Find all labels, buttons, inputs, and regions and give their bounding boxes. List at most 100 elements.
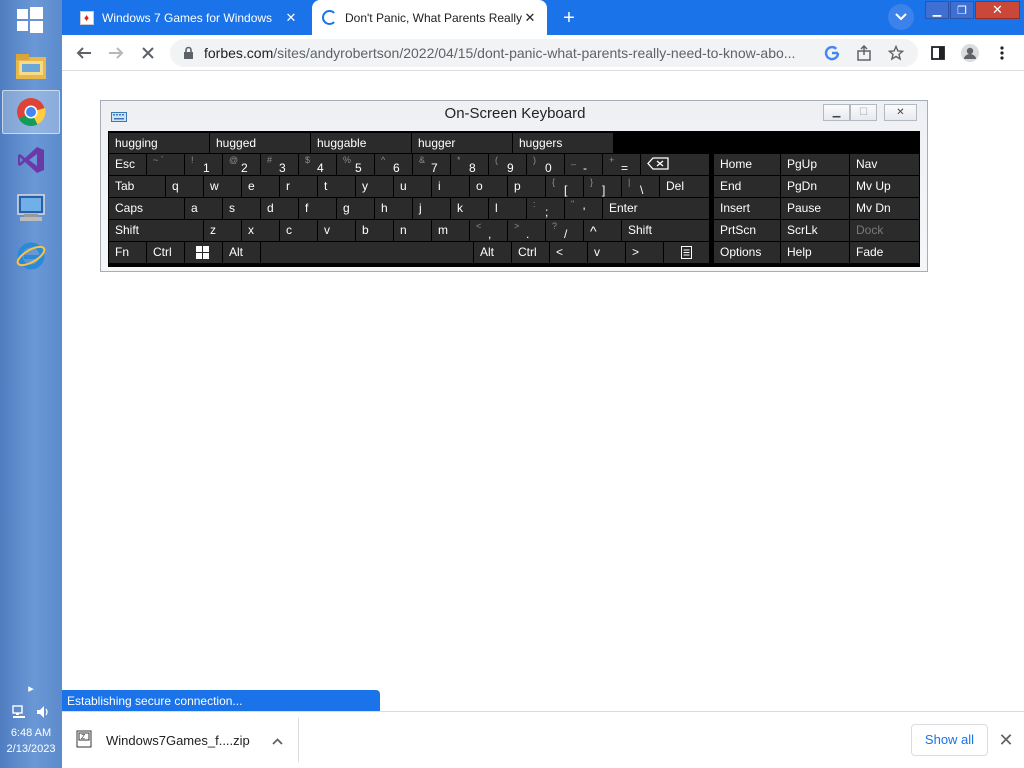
key-l[interactable]: l xyxy=(489,198,526,219)
key-del[interactable]: Del xyxy=(660,176,709,197)
key-period[interactable]: >. xyxy=(508,220,545,241)
file-explorer-taskbar-icon[interactable] xyxy=(2,44,60,88)
clock-time[interactable]: 6:48 AM xyxy=(0,727,62,739)
key-pgup[interactable]: PgUp xyxy=(781,154,849,175)
key-scrlk[interactable]: ScrLk xyxy=(781,220,849,241)
prediction-3[interactable]: huggable xyxy=(311,133,411,153)
key-right-bracket[interactable]: }] xyxy=(584,176,621,197)
key-insert[interactable]: Insert xyxy=(714,198,780,219)
key-s[interactable]: s xyxy=(223,198,260,219)
key-q[interactable]: q xyxy=(166,176,203,197)
key-6[interactable]: ^ 6 xyxy=(375,154,412,175)
forward-arrow-icon[interactable] xyxy=(102,39,130,67)
key-comma[interactable]: <, xyxy=(470,220,507,241)
key-minus[interactable]: _ - xyxy=(565,154,602,175)
key-k[interactable]: k xyxy=(451,198,488,219)
key-p[interactable]: p xyxy=(508,176,545,197)
key-g[interactable]: g xyxy=(337,198,374,219)
key-up-arrow[interactable]: ^ xyxy=(584,220,621,241)
key-nav[interactable]: Nav xyxy=(850,154,919,175)
key-help[interactable]: Help xyxy=(781,242,849,263)
key-space[interactable] xyxy=(261,242,473,263)
key-equals[interactable]: + = xyxy=(603,154,640,175)
key-a[interactable]: a xyxy=(185,198,222,219)
key-right-alt[interactable]: Alt xyxy=(474,242,511,263)
key-4[interactable]: $4 xyxy=(299,154,336,175)
key-left-bracket[interactable]: {[ xyxy=(546,176,583,197)
side-panel-icon[interactable] xyxy=(924,39,952,67)
url-text[interactable]: forbes.com/sites/andyrobertson/2022/04/1… xyxy=(204,45,795,61)
key-7[interactable]: & 7 xyxy=(413,154,450,175)
key-f[interactable]: f xyxy=(299,198,336,219)
key-backspace[interactable] xyxy=(641,154,709,175)
key-pgdn[interactable]: PgDn xyxy=(781,176,849,197)
download-item[interactable]: Z Windows7Games_f....zip xyxy=(76,724,296,756)
key-move-down[interactable]: Mv Dn xyxy=(850,198,919,219)
key-prtscn[interactable]: PrtScn xyxy=(714,220,780,241)
key-right-shift[interactable]: Shift xyxy=(622,220,709,241)
address-bar[interactable]: forbes.com/sites/andyrobertson/2022/04/1… xyxy=(170,39,918,67)
key-fn[interactable]: Fn xyxy=(109,242,146,263)
key-right-arrow[interactable]: > xyxy=(626,242,663,263)
key-e[interactable]: e xyxy=(242,176,279,197)
key-r[interactable]: r xyxy=(280,176,317,197)
key-3[interactable]: #3 xyxy=(261,154,298,175)
google-lens-icon[interactable] xyxy=(822,44,842,62)
key-d[interactable]: d xyxy=(261,198,298,219)
key-menu[interactable] xyxy=(664,242,709,263)
close-tab-icon[interactable]: ✕ xyxy=(282,9,300,27)
key-t[interactable]: t xyxy=(318,176,355,197)
prediction-2[interactable]: hugged xyxy=(210,133,310,153)
prediction-5[interactable]: huggers xyxy=(513,133,613,153)
key-i[interactable]: i xyxy=(432,176,469,197)
key-semicolon[interactable]: :; xyxy=(527,198,564,219)
key-pause[interactable]: Pause xyxy=(781,198,849,219)
back-arrow-icon[interactable] xyxy=(70,39,98,67)
key-move-up[interactable]: Mv Up xyxy=(850,176,919,197)
profile-avatar-icon[interactable] xyxy=(956,39,984,67)
minimize-icon[interactable]: ▁ xyxy=(925,1,949,19)
tab-search-chevron-down-icon[interactable] xyxy=(888,4,914,30)
key-caps[interactable]: Caps xyxy=(109,198,184,219)
key-5[interactable]: % 5 xyxy=(337,154,374,175)
key-right-ctrl[interactable]: Ctrl xyxy=(512,242,549,263)
key-left-alt[interactable]: Alt xyxy=(223,242,260,263)
internet-explorer-taskbar-icon[interactable] xyxy=(2,234,60,278)
chevron-up-icon[interactable] xyxy=(272,733,283,748)
key-fade[interactable]: Fade xyxy=(850,242,919,263)
close-shelf-icon[interactable]: ✕ xyxy=(994,728,1018,752)
key-u[interactable]: u xyxy=(394,176,431,197)
prediction-1[interactable]: hugging xyxy=(109,133,209,153)
key-v[interactable]: v xyxy=(318,220,355,241)
volume-icon[interactable] xyxy=(35,704,51,723)
key-h[interactable]: h xyxy=(375,198,412,219)
key-tab[interactable]: Tab xyxy=(109,176,165,197)
close-window-icon[interactable]: ✕ xyxy=(975,1,1020,19)
key-2[interactable]: @2 xyxy=(223,154,260,175)
restore-icon[interactable]: ❐ xyxy=(950,1,974,19)
key-down-arrow[interactable]: v xyxy=(588,242,625,263)
osk-close-icon[interactable]: ✕ xyxy=(884,104,917,121)
show-all-button[interactable]: Show all xyxy=(911,724,988,756)
key-o[interactable]: o xyxy=(470,176,507,197)
key-m[interactable]: m xyxy=(432,220,469,241)
key-0[interactable]: ) 0 xyxy=(527,154,564,175)
key-z[interactable]: z xyxy=(204,220,241,241)
tab-dont-panic[interactable]: Don't Panic, What Parents Really ✕ xyxy=(312,0,547,35)
key-n[interactable]: n xyxy=(394,220,431,241)
key-c[interactable]: c xyxy=(280,220,317,241)
lock-icon[interactable] xyxy=(178,44,198,62)
key-b[interactable]: b xyxy=(356,220,393,241)
key-home[interactable]: Home xyxy=(714,154,780,175)
bookmark-star-icon[interactable] xyxy=(886,44,906,62)
key-left-shift[interactable]: Shift xyxy=(109,220,203,241)
key-x[interactable]: x xyxy=(242,220,279,241)
network-icon[interactable] xyxy=(11,704,27,723)
share-icon[interactable] xyxy=(854,44,874,62)
key-9[interactable]: (9 xyxy=(489,154,526,175)
visual-studio-taskbar-icon[interactable] xyxy=(2,138,60,182)
chrome-taskbar-icon[interactable] xyxy=(2,90,60,134)
key-windows[interactable] xyxy=(185,242,222,263)
key-enter[interactable]: Enter xyxy=(603,198,709,219)
key-slash[interactable]: ? / xyxy=(546,220,583,241)
